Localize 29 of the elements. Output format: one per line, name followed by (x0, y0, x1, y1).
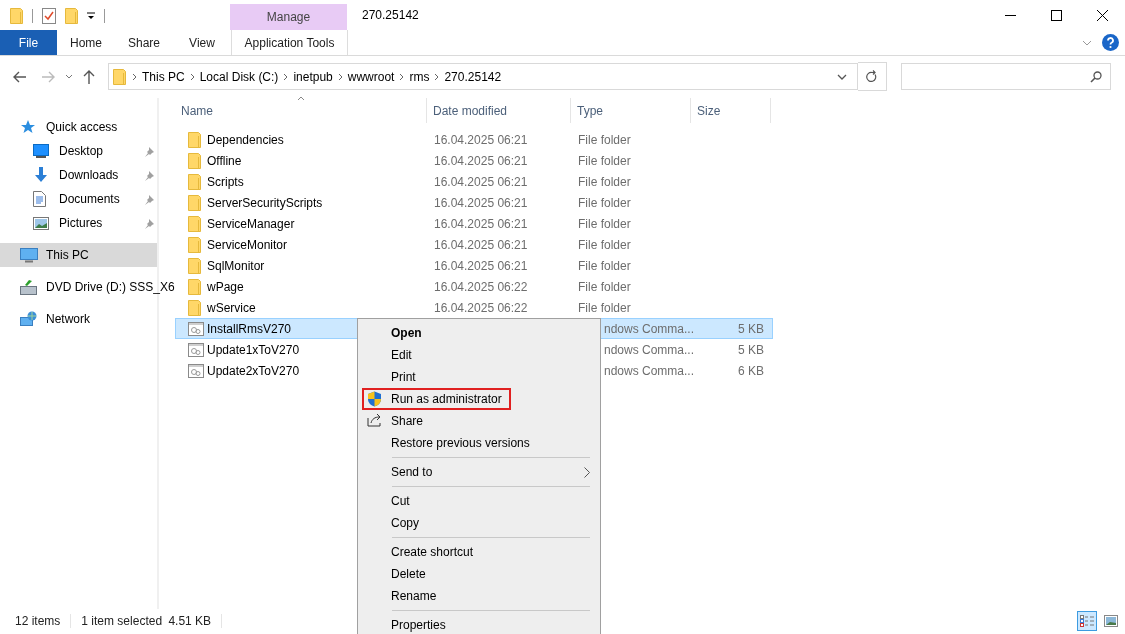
date-modified: 16.04.2025 06:22 (434, 279, 528, 294)
selection-size: 4.51 KB (168, 614, 212, 628)
file-type: File folder (578, 279, 631, 294)
file-type: File folder (578, 237, 631, 252)
file-size: 6 KB (738, 363, 764, 378)
date-modified: 16.04.2025 06:22 (434, 300, 528, 315)
file-type: ndows Comma... (604, 321, 695, 336)
file-type: File folder (578, 258, 631, 273)
file-type: File folder (578, 153, 631, 168)
file-type: File folder (578, 132, 631, 147)
file-type: File folder (578, 195, 631, 210)
date-modified: 16.04.2025 06:21 (434, 195, 528, 210)
file-size: 5 KB (738, 321, 764, 336)
file-type: File folder (578, 174, 631, 189)
contextual-tab-group: Manage (230, 4, 347, 30)
date-modified: 16.04.2025 06:21 (434, 174, 528, 189)
file-type: File folder (578, 300, 631, 315)
date-modified: 16.04.2025 06:21 (434, 258, 528, 273)
file-type: ndows Comma... (604, 363, 695, 378)
item-count: 12 items (15, 614, 61, 628)
date-modified: 16.04.2025 06:21 (434, 237, 528, 252)
file-type: File folder (578, 216, 631, 231)
date-modified: 16.04.2025 06:21 (434, 216, 528, 231)
window-title: 270.25142 (362, 8, 419, 22)
date-modified: 16.04.2025 06:21 (434, 132, 528, 147)
selection-count: 1 item selected (81, 614, 163, 628)
file-size: 5 KB (738, 342, 764, 357)
date-modified: 16.04.2025 06:21 (434, 153, 528, 168)
file-type: ndows Comma... (604, 342, 695, 357)
